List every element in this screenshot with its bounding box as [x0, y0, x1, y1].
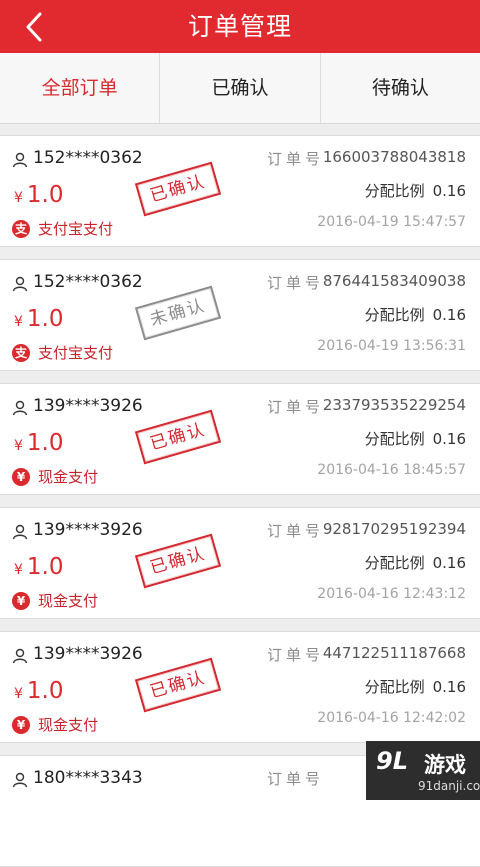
order-number: 166003788043818 [322, 148, 466, 166]
page-title: 订单管理 [187, 12, 292, 41]
order-price: ¥1.0 [14, 678, 64, 704]
order-card[interactable]: 139****3926 ¥1.0 已确认 ¥ 现金支付 订单号 233793535… [0, 383, 480, 495]
order-time: 2016-04-16 18:45:57 [317, 462, 466, 478]
watermark-name: 游戏 [424, 753, 466, 777]
order-number: 928170295192394 [322, 520, 466, 538]
order-price: ¥1.0 [14, 306, 64, 332]
payment-label: 现金支付 [38, 592, 99, 610]
watermark-logo: 9L [376, 747, 408, 775]
currency-symbol: ¥ [14, 686, 23, 702]
site-watermark: 9L 游戏 91danji.com [366, 741, 480, 800]
ratio-row: 分配比例 0.16 [365, 304, 466, 325]
customer-phone: 152****0362 [33, 148, 143, 168]
order-number-label: 订单号 [267, 150, 325, 168]
order-time: 2016-04-19 15:47:57 [317, 214, 466, 230]
ratio-value: 0.16 [432, 182, 466, 200]
status-stamp: 已确认 [134, 657, 222, 713]
currency-symbol: ¥ [14, 314, 23, 330]
ratio-value: 0.16 [432, 430, 466, 448]
tab-confirmed[interactable]: 已确认 [160, 53, 321, 123]
customer-phone: 152****0362 [33, 272, 143, 292]
order-number: 876441583409038 [322, 272, 466, 290]
cash-icon: ¥ [12, 715, 30, 734]
price-amount: 1.0 [26, 306, 64, 332]
order-number-label: 订单号 [267, 522, 325, 540]
payment-method: ¥ 现金支付 [12, 714, 98, 735]
order-price: ¥1.0 [14, 182, 64, 208]
currency-symbol: ¥ [14, 562, 23, 578]
order-number: 447122511187668 [322, 644, 466, 662]
price-amount: 1.0 [26, 182, 64, 208]
ratio-row: 分配比例 0.16 [365, 552, 466, 573]
order-number-label: 订单号 [267, 398, 325, 416]
watermark-url: 91danji.com [418, 779, 480, 793]
payment-label: 现金支付 [38, 716, 99, 734]
ratio-label: 分配比例 [364, 554, 425, 572]
ratio-value: 0.16 [432, 554, 466, 572]
cash-icon: ¥ [12, 591, 30, 610]
ratio-value: 0.16 [432, 306, 466, 324]
payment-label: 支付宝支付 [38, 344, 114, 362]
alipay-icon: 支 [12, 219, 30, 238]
order-number: 233793535229254 [322, 396, 466, 414]
ratio-label: 分配比例 [364, 306, 425, 324]
user-icon [12, 524, 28, 540]
user-icon [12, 772, 28, 788]
order-time: 2016-04-16 12:43:12 [317, 586, 466, 602]
order-number-label: 订单号 [267, 646, 325, 664]
cash-icon: ¥ [12, 467, 30, 486]
tab-all-orders[interactable]: 全部订单 [0, 53, 161, 123]
payment-method: 支支付宝支付 [12, 218, 113, 239]
price-amount: 1.0 [26, 430, 64, 456]
alipay-icon: 支 [12, 343, 30, 362]
currency-symbol: ¥ [14, 438, 23, 454]
user-icon [12, 648, 28, 664]
ratio-label: 分配比例 [364, 678, 425, 696]
order-number-label: 订单号 [267, 770, 325, 788]
ratio-row: 分配比例 0.16 [365, 428, 466, 449]
order-tabs: 全部订单 已确认 待确认 [0, 53, 480, 124]
order-number-label: 订单号 [267, 274, 325, 292]
price-amount: 1.0 [26, 678, 64, 704]
ratio-value: 0.16 [432, 678, 466, 696]
payment-label: 现金支付 [38, 468, 99, 486]
payment-method: ¥ 现金支付 [12, 590, 98, 611]
order-card[interactable]: 152****0362 ¥1.0 未确认 支支付宝支付 订单号 87644158… [0, 259, 480, 371]
payment-method: 支支付宝支付 [12, 342, 113, 363]
user-icon [12, 400, 28, 416]
order-price: ¥1.0 [14, 430, 64, 456]
order-price: ¥1.0 [14, 554, 64, 580]
user-icon [12, 152, 28, 168]
order-time: 2016-04-19 13:56:31 [317, 338, 466, 354]
customer-phone: 139****3926 [33, 396, 143, 416]
customer-phone: 139****3926 [33, 644, 143, 664]
payment-label: 支付宝支付 [38, 220, 114, 238]
order-time: 2016-04-16 12:42:02 [317, 710, 466, 726]
status-stamp: 已确认 [134, 161, 222, 217]
order-card[interactable]: 139****3926 ¥1.0 已确认 ¥ 现金支付 订单号 928170295… [0, 507, 480, 619]
order-card[interactable]: 152****0362 ¥1.0 已确认 支支付宝支付 订单号 16600378… [0, 135, 480, 247]
status-stamp: 未确认 [134, 285, 222, 341]
ratio-label: 分配比例 [364, 430, 425, 448]
app-header: 订单管理 [0, 0, 480, 53]
user-icon [12, 276, 28, 292]
customer-phone: 180****3343 [33, 768, 143, 788]
price-amount: 1.0 [26, 554, 64, 580]
status-stamp: 已确认 [134, 533, 222, 589]
ratio-label: 分配比例 [364, 182, 425, 200]
order-card[interactable]: 139****3926 ¥1.0 已确认 ¥ 现金支付 订单号 447122511… [0, 631, 480, 743]
payment-method: ¥ 现金支付 [12, 466, 98, 487]
currency-symbol: ¥ [14, 190, 23, 206]
status-stamp: 已确认 [134, 409, 222, 465]
ratio-row: 分配比例 0.16 [365, 676, 466, 697]
tab-pending[interactable]: 待确认 [321, 53, 480, 123]
ratio-row: 分配比例 0.16 [365, 180, 466, 201]
customer-phone: 139****3926 [33, 520, 143, 540]
